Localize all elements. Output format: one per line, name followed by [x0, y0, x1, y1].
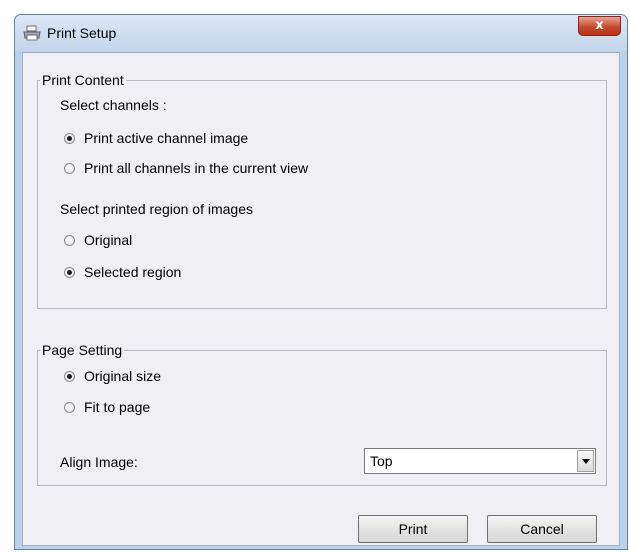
print-button[interactable]: Print — [358, 515, 468, 543]
close-icon: x — [595, 18, 604, 33]
print-content-legend: Print Content — [42, 72, 124, 88]
close-button[interactable]: x — [578, 16, 621, 36]
page-setting-legend: Page Setting — [42, 342, 123, 358]
cancel-button[interactable]: Cancel — [487, 515, 597, 543]
align-image-value: Top — [370, 453, 393, 469]
radio-region-original[interactable]: Original — [64, 232, 132, 248]
chevron-down-icon[interactable] — [577, 450, 594, 472]
radio-print-active-channel[interactable]: Print active channel image — [64, 130, 248, 146]
dialog-body: Print Content Select channels : Print ac… — [22, 52, 620, 546]
align-image-select[interactable]: Top — [364, 448, 596, 474]
radio-print-all-channels[interactable]: Print all channels in the current view — [64, 160, 308, 176]
select-channels-label: Select channels : — [60, 97, 167, 113]
radio-original-size[interactable]: Original size — [64, 368, 161, 384]
radio-unselected-indicator — [64, 162, 75, 174]
radio-selected-indicator — [64, 132, 75, 144]
print-setup-dialog: Print Setup x Print Content Select chann… — [14, 14, 628, 550]
align-image-label: Align Image: — [60, 454, 138, 470]
radio-selected-indicator — [64, 370, 75, 382]
radio-unselected-indicator — [64, 234, 75, 246]
radio-selected-indicator — [64, 266, 75, 278]
printer-icon — [23, 25, 41, 41]
radio-unselected-indicator — [64, 401, 75, 413]
radio-region-selected[interactable]: Selected region — [64, 264, 181, 280]
select-region-label: Select printed region of images — [60, 201, 253, 217]
radio-fit-to-page[interactable]: Fit to page — [64, 399, 150, 415]
title-bar[interactable]: Print Setup x — [15, 15, 627, 51]
window-title: Print Setup — [47, 25, 117, 41]
